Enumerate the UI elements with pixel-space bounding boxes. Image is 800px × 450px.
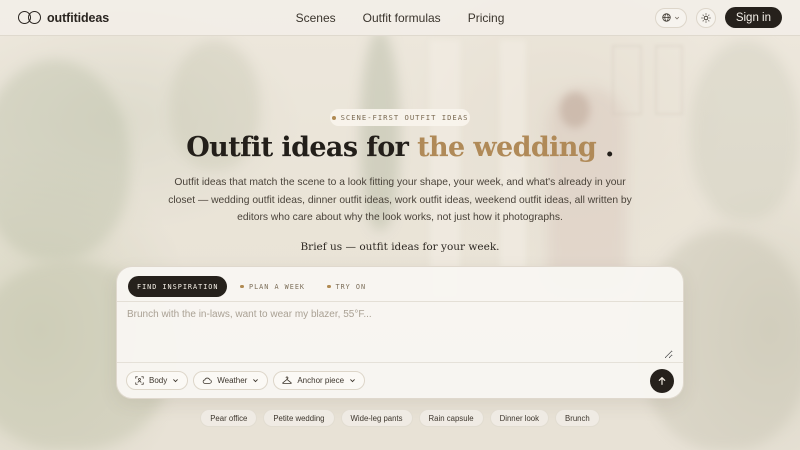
anchor-piece-option-button[interactable]: Anchor piece: [273, 371, 366, 390]
sign-in-button[interactable]: Sign in: [724, 7, 782, 28]
theme-toggle-button[interactable]: [695, 7, 716, 28]
arrow-up-icon: [657, 376, 667, 386]
outfit-prompt-input[interactable]: [127, 309, 673, 359]
nav-link-scenes[interactable]: Scenes: [296, 11, 336, 25]
header-actions: Sign in: [654, 7, 782, 28]
outfit-composer-card: FIND INSPIRATION PLAN A WEEK TRY ON Body: [116, 266, 684, 399]
body-scan-icon: [135, 376, 144, 385]
weather-option-button[interactable]: Weather: [193, 371, 269, 390]
chip-label: Weather: [217, 376, 248, 385]
send-button[interactable]: [650, 369, 674, 393]
tab-label: PLAN A WEEK: [248, 282, 305, 291]
divider: [117, 301, 683, 302]
suggestion-chip[interactable]: Brunch: [555, 409, 600, 427]
top-header: outfitideas Scenes Outfit formulas Prici…: [0, 0, 800, 36]
nav-link-outfit-formulas[interactable]: Outfit formulas: [363, 11, 441, 25]
body-option-button[interactable]: Body: [126, 371, 189, 390]
hero-tag-label: SCENE-FIRST OUTFIT IDEAS: [340, 113, 469, 122]
composer-options: Body Weather Anchor piece: [126, 371, 366, 390]
tab-try-on[interactable]: TRY ON: [318, 276, 375, 297]
brief-label: Brief us — outfit ideas for your week.: [300, 241, 500, 253]
brand-name: outfitideas: [47, 10, 110, 25]
headline-prefix: Outfit ideas for: [186, 132, 409, 163]
tab-dot-icon: [327, 284, 331, 289]
sun-icon: [701, 12, 711, 23]
chip-label: Anchor piece: [297, 376, 345, 385]
headline-accent: the wedding: [417, 132, 597, 163]
globe-icon: [662, 13, 671, 22]
tag-dot-icon: [331, 115, 336, 120]
cloud-icon: [202, 376, 212, 385]
brand-logo[interactable]: outfitideas: [18, 11, 109, 25]
suggestion-chip[interactable]: Pear office: [200, 409, 258, 427]
composer-tabs: FIND INSPIRATION PLAN A WEEK TRY ON: [128, 276, 375, 297]
suggestion-chip[interactable]: Wide-leg pants: [340, 409, 413, 427]
hanger-icon: [282, 376, 293, 385]
nav-link-pricing[interactable]: Pricing: [468, 11, 505, 25]
tab-plan-a-week[interactable]: PLAN A WEEK: [231, 276, 314, 297]
divider: [117, 362, 683, 363]
suggestion-chip[interactable]: Dinner look: [489, 409, 550, 427]
suggestion-chip[interactable]: Petite wedding: [263, 409, 335, 427]
language-selector[interactable]: [654, 7, 687, 28]
suggestion-chip[interactable]: Rain capsule: [418, 409, 484, 427]
chevron-down-icon: [674, 15, 680, 21]
logo-rings-icon: [18, 11, 41, 24]
chevron-down-icon: [349, 377, 356, 384]
chip-label: Body: [149, 376, 168, 385]
tab-label: FIND INSPIRATION: [137, 282, 219, 291]
hero-subtext: Outfit ideas that match the scene to a l…: [168, 177, 632, 223]
tab-find-inspiration[interactable]: FIND INSPIRATION: [128, 276, 228, 297]
tab-label: TRY ON: [335, 282, 367, 291]
chevron-down-icon: [172, 377, 179, 384]
tab-dot-icon: [240, 284, 244, 289]
hero-tag: SCENE-FIRST OUTFIT IDEAS: [330, 109, 470, 126]
headline-suffix: .: [604, 132, 614, 163]
chevron-down-icon: [252, 377, 259, 384]
hero-headline: Outfit ideas for the wedding .: [0, 132, 800, 163]
suggestion-chips: Pear office Petite wedding Wide-leg pant…: [0, 409, 800, 427]
